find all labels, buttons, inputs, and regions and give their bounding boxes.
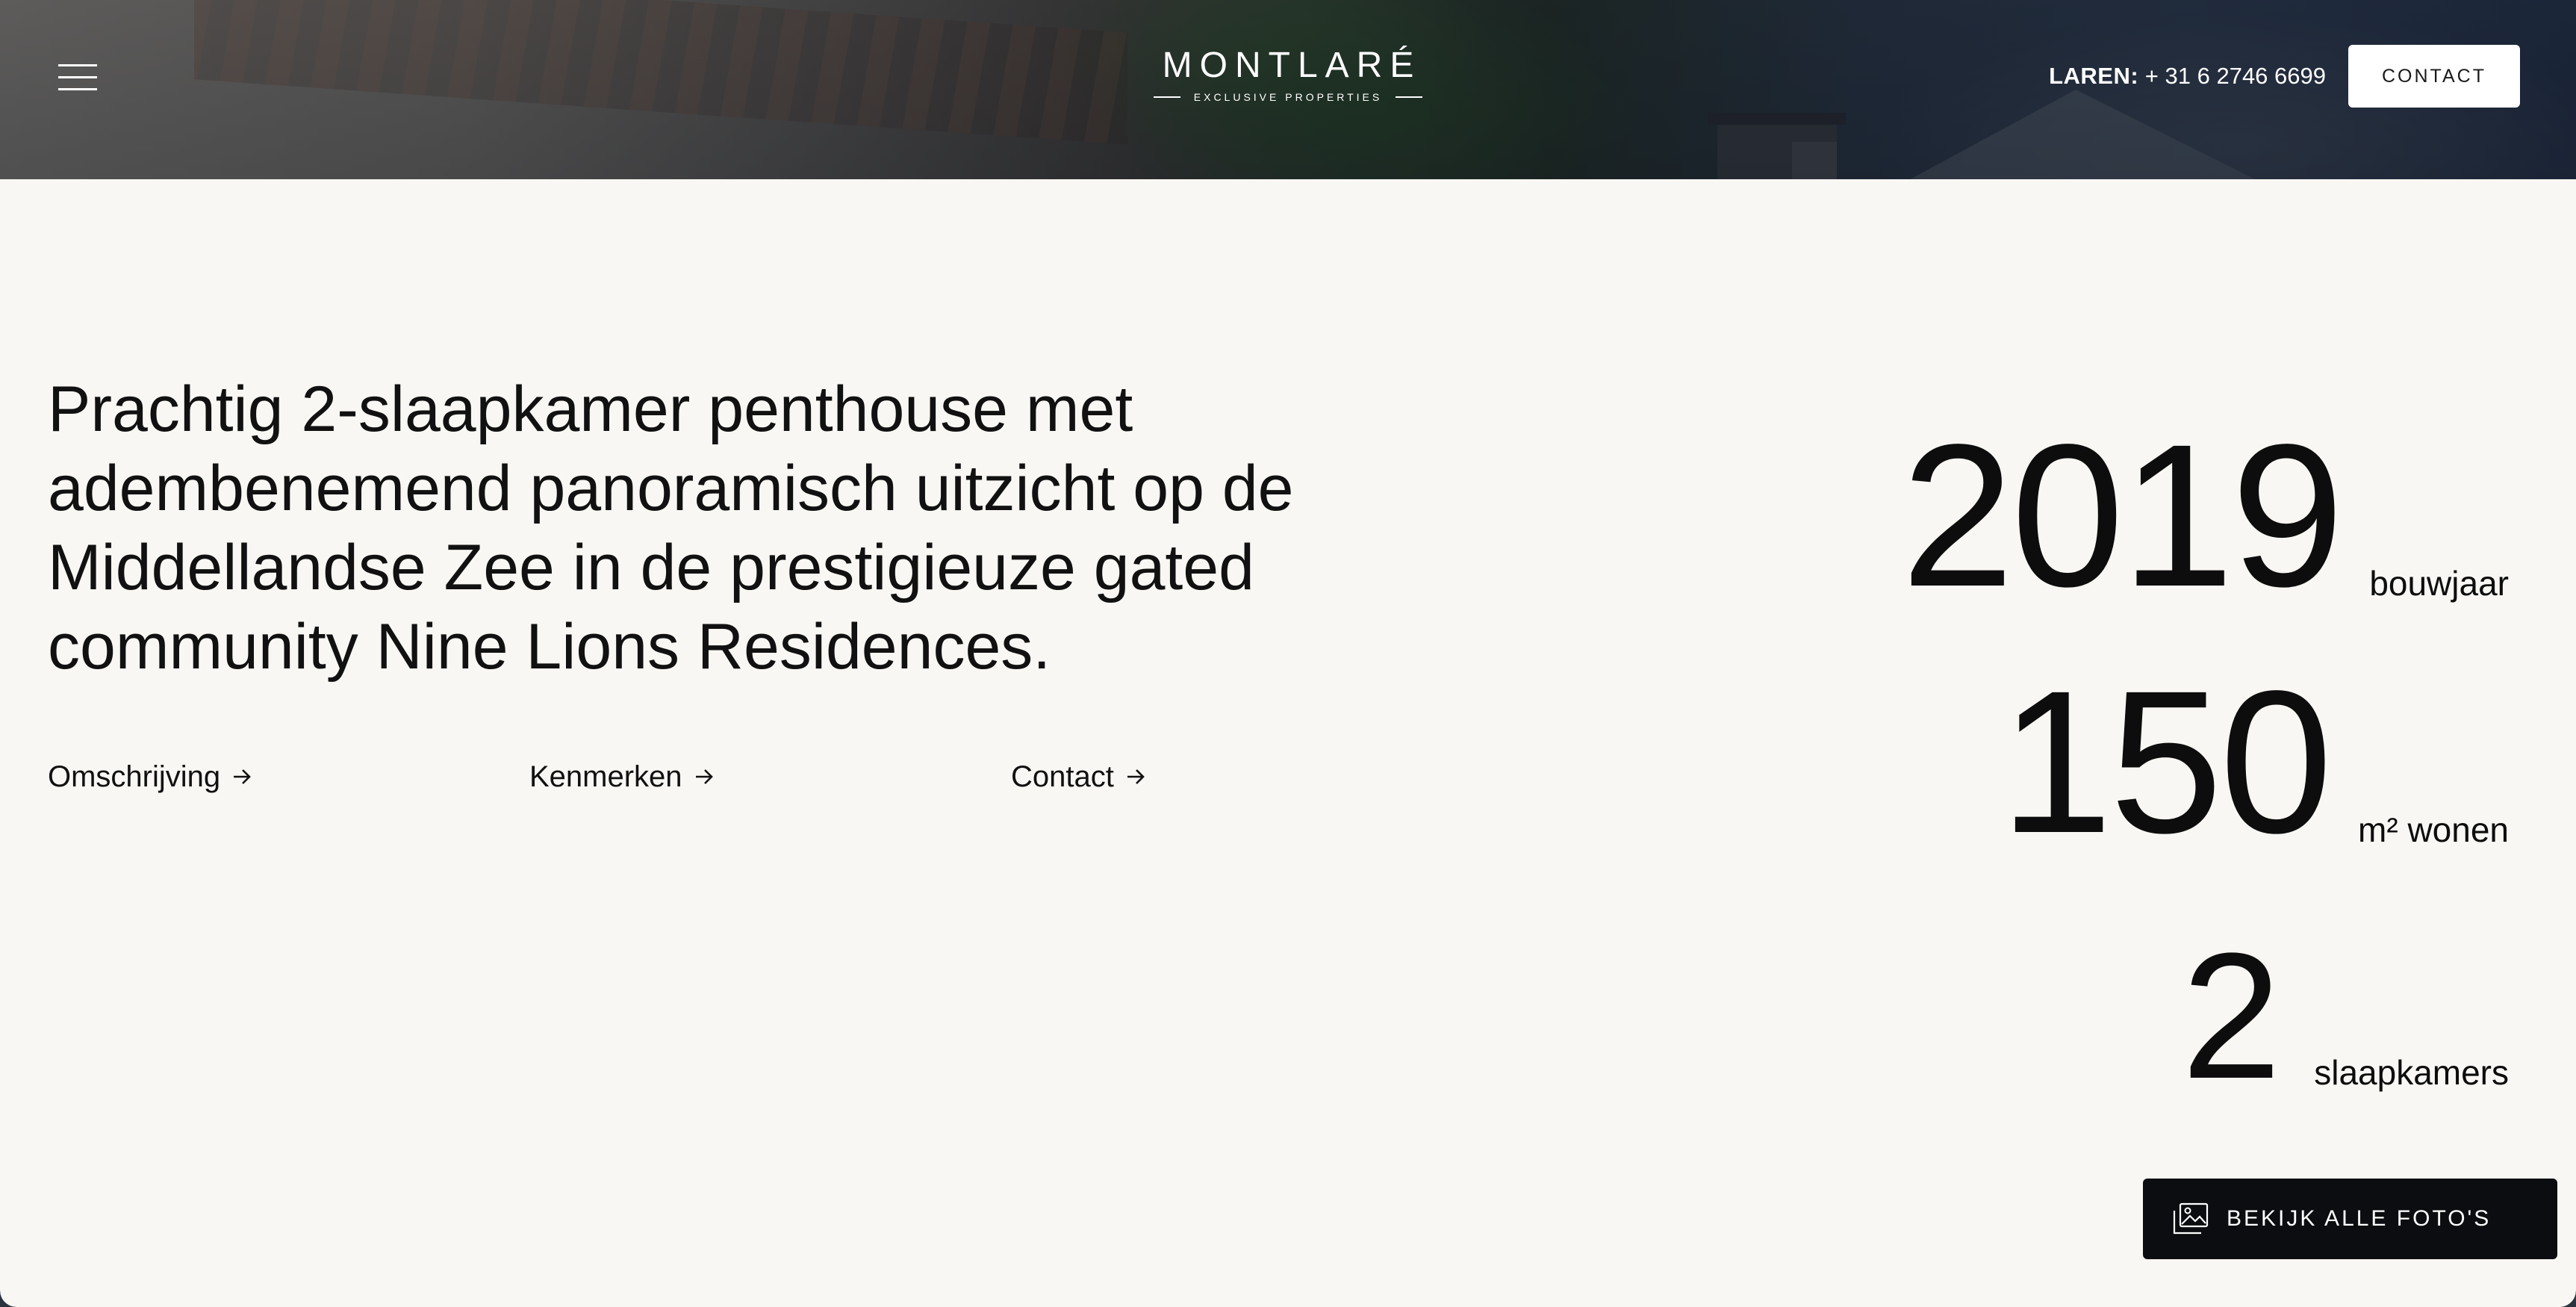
stat-unit: slaapkamers — [2314, 1053, 2509, 1092]
stat-slaapkamers: 2 slaapkamers — [2181, 916, 2509, 1116]
arrow-right-icon — [695, 769, 713, 784]
logo-brand: MONTLARÉ — [1162, 46, 1422, 85]
main-content: Prachtig 2-slaapkamer penthouse met adem… — [0, 179, 2576, 1307]
stat-wonen: 150 m² wonen — [2000, 648, 2509, 875]
phone-number: + 31 6 2746 6699 — [2144, 63, 2326, 89]
page: MONTLARÉ EXCLUSIVE PROPERTIES LAREN: + 3… — [0, 0, 2576, 1307]
view-all-photos-button[interactable]: BEKIJK ALLE FOTO'S — [2143, 1179, 2557, 1259]
link-omschrijving[interactable]: Omschrijving — [48, 758, 529, 795]
stat-unit: bouwjaar — [2369, 564, 2509, 603]
gallery-icon — [2173, 1202, 2209, 1235]
logo-tagline-row: EXCLUSIVE PROPERTIES — [1139, 91, 1437, 103]
stat-value: 2019 — [1901, 402, 2344, 629]
link-contact[interactable]: Contact — [1011, 758, 1493, 795]
section-links: Omschrijving Kenmerken Contact — [48, 758, 1493, 795]
link-label: Contact — [1011, 760, 1114, 793]
logo-divider-left — [1153, 96, 1180, 98]
link-kenmerken[interactable]: Kenmerken — [529, 758, 1011, 795]
stat-unit: m² wonen — [2358, 810, 2509, 849]
site-logo[interactable]: MONTLARÉ EXCLUSIVE PROPERTIES — [1139, 45, 1437, 103]
link-label: Omschrijving — [48, 760, 221, 793]
view-all-photos-label: BEKIJK ALLE FOTO'S — [2227, 1206, 2492, 1231]
stat-bouwjaar: 2019 bouwjaar — [1901, 402, 2509, 629]
link-label: Kenmerken — [529, 760, 682, 793]
logo-tagline: EXCLUSIVE PROPERTIES — [1193, 91, 1383, 103]
hero-header: MONTLARÉ EXCLUSIVE PROPERTIES LAREN: + 3… — [0, 0, 2576, 179]
phone-contact[interactable]: LAREN: + 31 6 2746 6699 — [2049, 61, 2326, 91]
logo-divider-right — [1396, 96, 1423, 98]
arrow-right-icon — [1127, 769, 1145, 784]
phone-city: LAREN: — [2049, 63, 2139, 89]
arrow-right-icon — [234, 769, 251, 784]
hamburger-menu-icon[interactable] — [58, 63, 97, 93]
contact-button[interactable]: CONTACT — [2348, 45, 2520, 108]
stat-value: 150 — [2000, 648, 2333, 875]
stat-value: 2 — [2181, 916, 2281, 1116]
property-headline: Prachtig 2-slaapkamer penthouse met adem… — [48, 373, 1294, 683]
